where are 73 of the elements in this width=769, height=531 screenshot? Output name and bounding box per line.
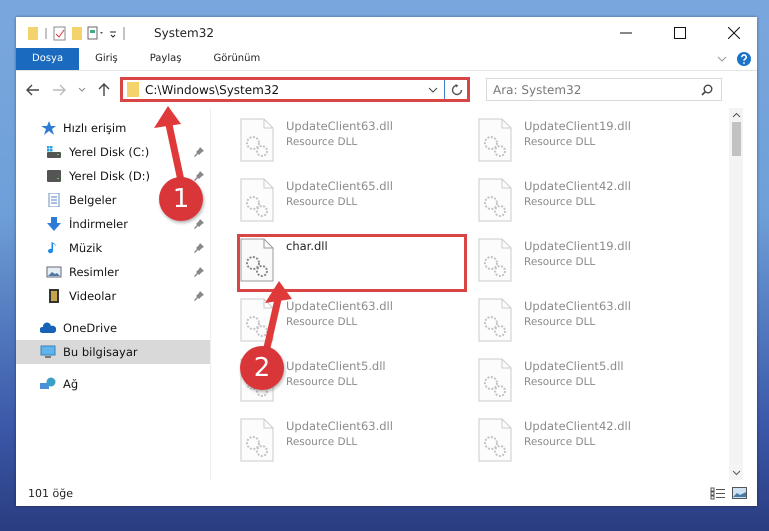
- search-field[interactable]: Ara: System32: [486, 78, 722, 101]
- sidebar-item[interactable]: Videolar: [69, 289, 116, 303]
- maximize-icon[interactable]: [674, 26, 686, 38]
- file-type: Resource DLL: [286, 136, 358, 148]
- file-gears-icon: [240, 298, 274, 342]
- file-item[interactable]: char.dll: [237, 234, 467, 292]
- chevron-up-icon[interactable]: [732, 112, 740, 118]
- network-icon: [40, 377, 56, 391]
- scrollbar[interactable]: [729, 108, 743, 480]
- close-icon[interactable]: [728, 26, 740, 38]
- file-gears-icon: [240, 118, 274, 162]
- item-count: 101 öğe: [28, 486, 73, 500]
- file-gears-icon: [240, 178, 274, 222]
- pictures-icon: [46, 265, 62, 279]
- file-gears-icon: [478, 178, 512, 222]
- pin-icon[interactable]: [194, 267, 204, 277]
- chevron-down-icon[interactable]: [428, 86, 438, 92]
- file-gears-icon: [240, 418, 274, 462]
- file-type: Resource DLL: [286, 436, 358, 448]
- videos-icon: [46, 289, 62, 303]
- cloud-icon: [40, 321, 56, 335]
- file-type: Resource DLL: [524, 196, 596, 208]
- help-icon[interactable]: [737, 52, 751, 66]
- pin-icon[interactable]: [194, 243, 204, 253]
- scrollbar-thumb[interactable]: [732, 122, 740, 156]
- sidebar-item[interactable]: Müzik: [69, 241, 102, 255]
- file-gears-icon: [240, 238, 274, 282]
- sidebar-item[interactable]: Hızlı erişim: [16, 116, 210, 140]
- sidebar-item[interactable]: Bu bilgisayar: [16, 340, 210, 364]
- folder-icon: [127, 82, 139, 97]
- back-arrow-icon[interactable]: [26, 84, 40, 96]
- sidebar-item[interactable]: Yerel Disk (D:): [69, 169, 150, 183]
- star-icon: [40, 121, 56, 135]
- file-type: Resource DLL: [286, 316, 358, 328]
- details-view-icon[interactable]: [710, 486, 726, 500]
- file-type: Resource DLL: [524, 316, 596, 328]
- file-type: Resource DLL: [524, 436, 596, 448]
- file-type: Resource DLL: [286, 196, 358, 208]
- pin-icon[interactable]: [194, 147, 204, 157]
- file-type: Resource DLL: [524, 376, 596, 388]
- sidebar-item[interactable]: Yerel Disk (C:): [69, 145, 150, 159]
- file-type: Resource DLL: [524, 256, 596, 268]
- ribbon-tab[interactable]: Giriş: [79, 48, 134, 70]
- sidebar-item[interactable]: İndirmeler: [69, 217, 128, 231]
- file-gears-icon: [478, 238, 512, 282]
- sidebar-item[interactable]: Ağ: [16, 372, 210, 396]
- pin-icon[interactable]: [194, 291, 204, 301]
- file-gears-icon: [478, 118, 512, 162]
- pc-icon: [40, 345, 56, 359]
- ribbon-tab[interactable]: Paylaş: [134, 48, 198, 70]
- drive-icon: [46, 169, 62, 183]
- chevron-down-icon[interactable]: [732, 470, 740, 476]
- sidebar-item[interactable]: Resimler: [69, 265, 119, 279]
- file-type: Resource DLL: [524, 136, 596, 148]
- sidebar-item[interactable]: OneDrive: [16, 316, 210, 340]
- address-bar[interactable]: C:\Windows\System32: [120, 77, 470, 102]
- large-icons-view-icon[interactable]: [732, 487, 747, 499]
- ribbon-tab[interactable]: Görünüm: [197, 48, 276, 70]
- window-title: System32: [154, 26, 214, 40]
- file-gears-icon: [478, 418, 512, 462]
- file-name[interactable]: char.dll: [286, 239, 328, 253]
- pin-icon[interactable]: [194, 171, 204, 181]
- sidebar-item[interactable]: Belgeler: [69, 193, 117, 207]
- drive-c-icon: [46, 145, 62, 159]
- file-gears-icon: [478, 358, 512, 402]
- download-icon: [46, 217, 62, 231]
- refresh-icon[interactable]: [451, 84, 463, 96]
- ribbon-tab[interactable]: Dosya: [16, 48, 80, 70]
- file-gears-icon: [478, 298, 512, 342]
- up-arrow-icon[interactable]: [98, 82, 110, 96]
- pin-icon[interactable]: [194, 219, 204, 229]
- docs-icon: [46, 193, 62, 207]
- file-type: Resource DLL: [286, 376, 358, 388]
